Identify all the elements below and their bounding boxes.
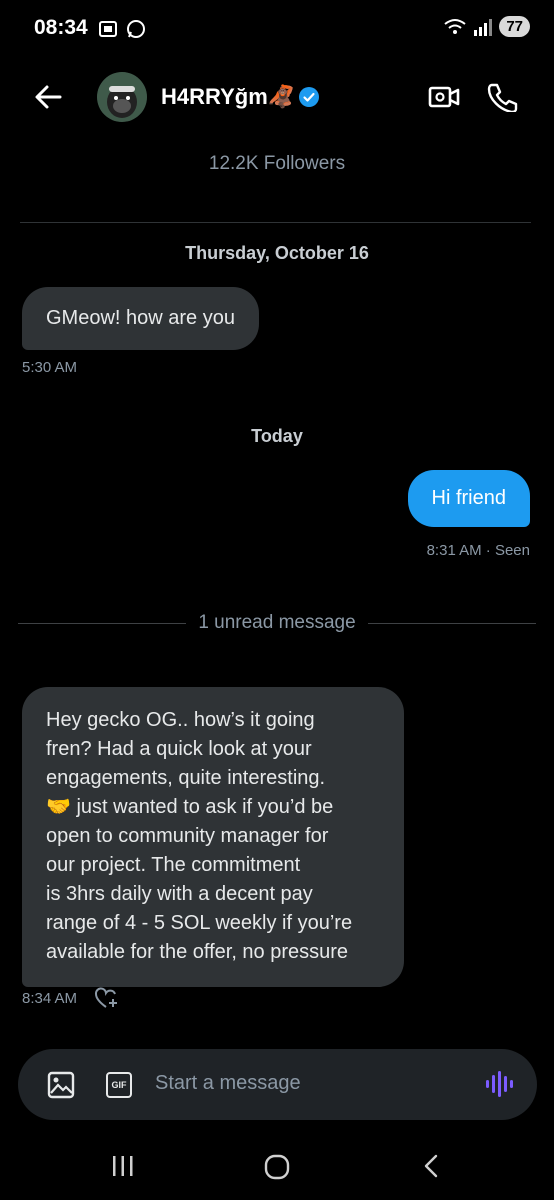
message-line: fren? Had a quick look at your: [46, 738, 312, 760]
message-line: is 3hrs daily with a decent pay: [46, 883, 313, 905]
signal-icon: [474, 18, 493, 36]
wifi-icon: [444, 18, 466, 34]
divider-line: [367, 622, 537, 624]
message-line: available for the offer, no pressure: [46, 941, 349, 963]
verified-badge-icon: [299, 87, 320, 107]
incoming-message[interactable]: Hey gecko OG.. how’s it going fren? Had …: [22, 687, 404, 987]
date-separator: Today: [251, 426, 303, 446]
screenshot-icon: [99, 21, 117, 37]
message-timestamp: 5:30 AM: [22, 359, 78, 376]
voice-wave-icon[interactable]: [484, 1069, 514, 1099]
contact-name: H4RRYğm🦧: [161, 84, 296, 109]
status-right: 77: [443, 16, 530, 37]
status-notification-icons: [97, 18, 147, 40]
message-timestamp: 8:34 AM: [22, 990, 78, 1007]
date-separator: Thursday, October 16: [185, 243, 369, 263]
back-nav-icon[interactable]: [421, 1153, 441, 1179]
gif-icon[interactable]: GIF: [106, 1072, 132, 1098]
followers-count: 12.2K Followers: [208, 153, 346, 174]
gif-label: GIF: [111, 1080, 127, 1090]
heart-plus-icon[interactable]: [94, 986, 120, 1010]
home-icon[interactable]: [264, 1154, 290, 1180]
message-timestamp-seen: 8:31 AM · Seen: [426, 542, 530, 559]
message-line: 🤝 just wanted to ask if you’d be: [46, 796, 334, 818]
message-text: Hi friend: [431, 487, 506, 509]
phone-icon[interactable]: [486, 82, 518, 112]
message-text: GMeow! how are you: [46, 307, 235, 329]
whatsapp-icon: [127, 20, 145, 38]
message-line: our project. The commitment: [46, 854, 301, 876]
battery-indicator: 77: [499, 16, 530, 37]
message-line: Hey gecko OG.. how’s it going: [46, 709, 315, 731]
message-input[interactable]: Start a message: [155, 1072, 301, 1095]
outgoing-message[interactable]: Hi friend: [407, 470, 530, 527]
video-call-icon[interactable]: [428, 84, 460, 110]
incoming-message[interactable]: GMeow! how are you: [22, 287, 259, 350]
divider-line: [18, 622, 187, 624]
image-icon[interactable]: [47, 1071, 75, 1099]
avatar[interactable]: [97, 72, 147, 122]
unread-divider: 1 unread message: [18, 612, 537, 634]
recent-apps-icon[interactable]: [111, 1154, 135, 1178]
header-divider: [20, 222, 531, 223]
message-line: range of 4 - 5 SOL weekly if you’re: [46, 912, 353, 934]
status-time: 08:34: [34, 16, 88, 39]
message-line: open to community manager for: [46, 825, 329, 847]
message-line: engagements, quite interesting.: [46, 767, 326, 789]
unread-label: 1 unread message: [198, 612, 356, 633]
contact-name-row[interactable]: H4RRYğm🦧: [161, 84, 320, 110]
back-arrow-icon[interactable]: [34, 84, 62, 110]
